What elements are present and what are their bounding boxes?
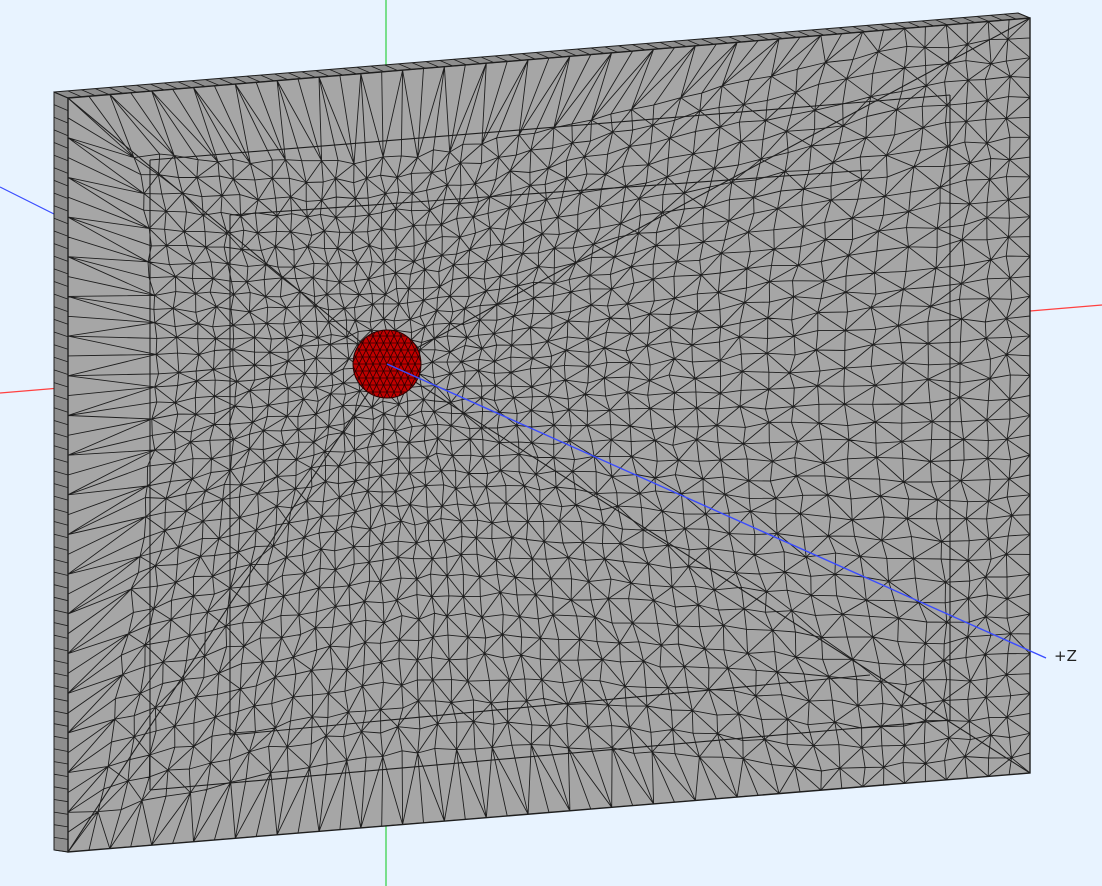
x-axis-line-left	[0, 387, 61, 394]
x-axis-line-right	[1029, 304, 1102, 312]
3d-viewport[interactable]: +Z	[0, 0, 1102, 886]
z-axis-line-back	[0, 186, 59, 217]
mesh-scene[interactable]	[0, 0, 1102, 886]
z-axis-label: +Z	[1054, 647, 1077, 665]
